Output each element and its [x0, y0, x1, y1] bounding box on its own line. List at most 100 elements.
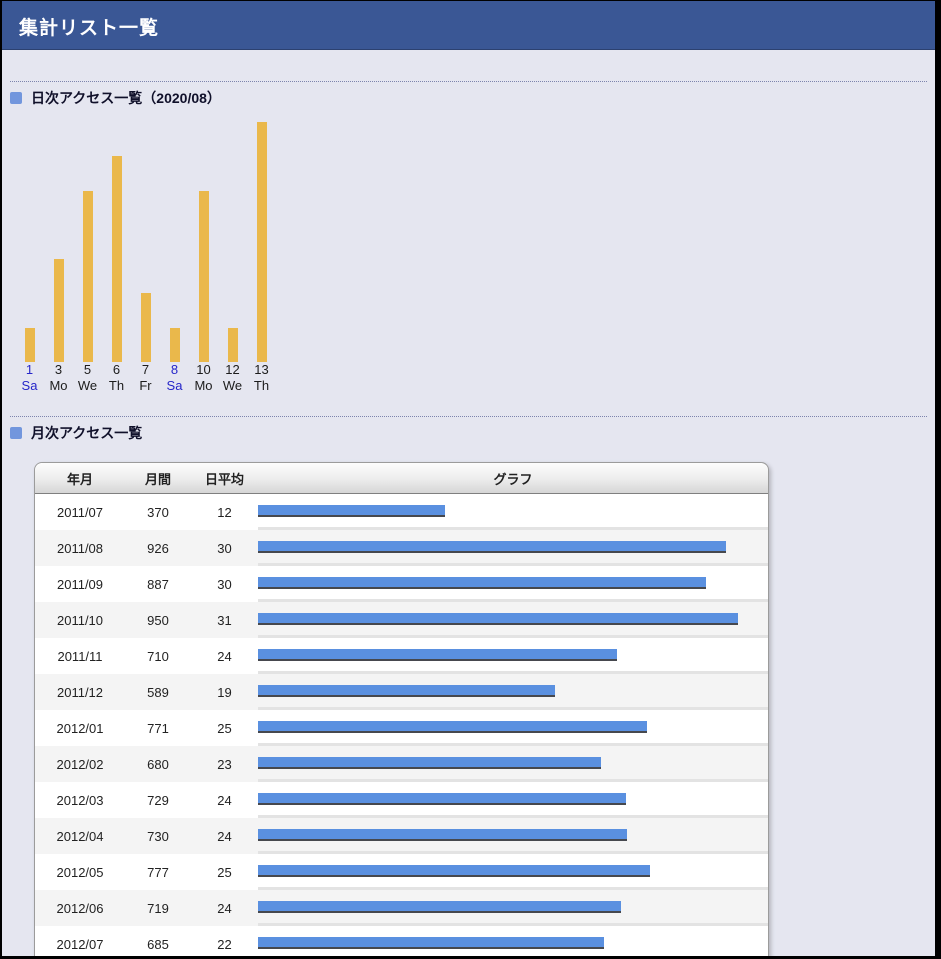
daily-access-bar: [170, 328, 180, 362]
cell-monthly-total: 777: [125, 854, 191, 890]
cell-daily-average: 30: [191, 566, 258, 602]
cell-graph: [258, 710, 768, 746]
monthly-access-bar: [258, 577, 706, 589]
cell-monthly-total: 950: [125, 602, 191, 638]
weekday-label: Sa: [15, 378, 44, 394]
day-number-label: 5: [73, 362, 102, 378]
cell-monthly-total: 589: [125, 674, 191, 710]
monthly-table-row: 2012/07 685 22: [35, 926, 768, 959]
cell-year-month: 2012/04: [35, 818, 125, 854]
daily-chart: 1 Sa 3 Mo 5 We 6 Th 7 Fr 8 Sa: [15, 112, 927, 394]
cell-graph: [258, 494, 768, 530]
monthly-table: 年月 月間 日平均 グラフ 2011/07 370 12 2011/08 926…: [34, 462, 769, 959]
daily-bar-group: 13 Th: [247, 112, 276, 394]
monthly-table-row: 2011/11 710 24: [35, 638, 768, 674]
cell-graph: [258, 926, 768, 959]
cell-monthly-total: 370: [125, 494, 191, 530]
weekday-label: Mo: [189, 378, 218, 394]
cell-daily-average: 24: [191, 890, 258, 926]
monthly-table-row: 2011/07 370 12: [35, 494, 768, 530]
weekday-label: We: [218, 378, 247, 394]
cell-daily-average: 25: [191, 710, 258, 746]
monthly-table-row: 2011/08 926 30: [35, 530, 768, 566]
monthly-access-bar: [258, 685, 555, 697]
page-title: 集計リスト一覧: [2, 1, 935, 40]
monthly-table-row: 2012/02 680 23: [35, 746, 768, 782]
daily-access-bar: [199, 191, 209, 362]
cell-monthly-total: 685: [125, 926, 191, 959]
weekday-label: Th: [247, 378, 276, 394]
daily-access-bar: [112, 156, 122, 362]
day-number-label: 12: [218, 362, 247, 378]
monthly-table-row: 2012/03 729 24: [35, 782, 768, 818]
daily-access-bar: [54, 259, 64, 362]
cell-year-month: 2011/08: [35, 530, 125, 566]
section-bullet-icon: [10, 427, 22, 439]
cell-year-month: 2011/10: [35, 602, 125, 638]
daily-bar-group: 7 Fr: [131, 112, 160, 394]
dotted-divider: [10, 416, 927, 417]
daily-access-bar: [25, 328, 35, 362]
cell-graph: [258, 890, 768, 926]
daily-section-title: 日次アクセス一覧（2020/08）: [31, 88, 221, 108]
cell-daily-average: 30: [191, 530, 258, 566]
cell-year-month: 2012/03: [35, 782, 125, 818]
monthly-table-body: 2011/07 370 12 2011/08 926 30 2011/09 88…: [35, 494, 768, 959]
col-header-year-month: 年月: [35, 463, 125, 494]
monthly-table-row: 2011/10 950 31: [35, 602, 768, 638]
cell-daily-average: 25: [191, 854, 258, 890]
daily-bar-group: 5 We: [73, 112, 102, 394]
cell-graph: [258, 530, 768, 566]
monthly-table-header: 年月 月間 日平均 グラフ: [35, 463, 768, 494]
monthly-table-row: 2012/01 771 25: [35, 710, 768, 746]
weekday-label: We: [73, 378, 102, 394]
day-number-label: 3: [44, 362, 73, 378]
cell-monthly-total: 730: [125, 818, 191, 854]
cell-daily-average: 31: [191, 602, 258, 638]
monthly-table-row: 2012/04 730 24: [35, 818, 768, 854]
cell-daily-average: 12: [191, 494, 258, 530]
daily-access-bar: [257, 122, 267, 362]
cell-daily-average: 24: [191, 638, 258, 674]
daily-bar-group: 8 Sa: [160, 112, 189, 394]
section-bullet-icon: [10, 92, 22, 104]
cell-monthly-total: 710: [125, 638, 191, 674]
day-number-label: 1: [15, 362, 44, 378]
monthly-access-section-header: 月次アクセス一覧: [10, 425, 927, 441]
monthly-table-row: 2011/09 887 30: [35, 566, 768, 602]
cell-daily-average: 24: [191, 782, 258, 818]
daily-bar-group: 1 Sa: [15, 112, 44, 394]
weekday-label: Fr: [131, 378, 160, 394]
monthly-access-bar: [258, 793, 626, 805]
dotted-divider: [10, 81, 927, 82]
daily-access-bar: [83, 191, 93, 362]
monthly-table-row: 2012/05 777 25: [35, 854, 768, 890]
monthly-access-bar: [258, 541, 726, 553]
weekday-label: Mo: [44, 378, 73, 394]
monthly-access-bar: [258, 829, 627, 841]
monthly-table-row: 2011/12 589 19: [35, 674, 768, 710]
app-window: 集計リスト一覧 日次アクセス一覧（2020/08） 1 Sa 3 Mo 5 We: [0, 0, 941, 959]
cell-graph: [258, 674, 768, 710]
cell-daily-average: 22: [191, 926, 258, 959]
cell-year-month: 2012/05: [35, 854, 125, 890]
monthly-access-bar: [258, 649, 617, 661]
cell-graph: [258, 818, 768, 854]
cell-year-month: 2012/06: [35, 890, 125, 926]
cell-year-month: 2011/09: [35, 566, 125, 602]
monthly-table-row: 2012/06 719 24: [35, 890, 768, 926]
monthly-access-bar: [258, 901, 621, 913]
monthly-access-bar: [258, 865, 650, 877]
cell-year-month: 2011/11: [35, 638, 125, 674]
cell-daily-average: 24: [191, 818, 258, 854]
day-number-label: 6: [102, 362, 131, 378]
monthly-access-bar: [258, 505, 445, 517]
daily-bar-group: 10 Mo: [189, 112, 218, 394]
monthly-access-bar: [258, 937, 604, 949]
monthly-access-bar: [258, 613, 738, 625]
cell-year-month: 2012/02: [35, 746, 125, 782]
cell-graph: [258, 566, 768, 602]
day-number-label: 8: [160, 362, 189, 378]
daily-access-bar: [228, 328, 238, 362]
col-header-graph: グラフ: [258, 463, 768, 494]
